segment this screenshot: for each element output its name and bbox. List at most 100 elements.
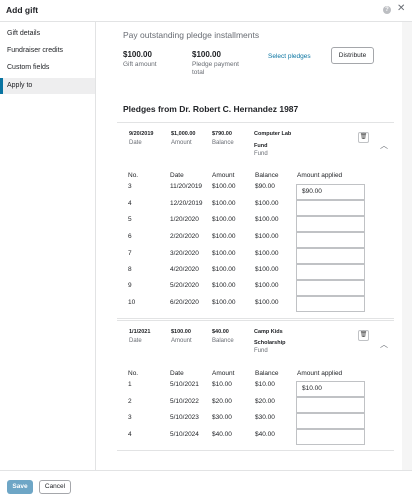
amount-applied-input[interactable] (296, 200, 365, 216)
row-date: 5/20/2020 (170, 282, 199, 289)
amount-applied-input[interactable] (296, 296, 365, 312)
column-header-date: Date (170, 172, 184, 179)
column-header-amount: Amount (212, 370, 235, 377)
column-header-amount-applied: Amount applied (297, 172, 343, 179)
row-date: 11/20/2019 (170, 183, 203, 190)
row-amount: $100.00 (212, 233, 236, 240)
column-header-amount: Amount (212, 172, 235, 179)
row-amount: $100.00 (212, 266, 236, 273)
amount-applied-input[interactable]: $90.00 (296, 184, 365, 200)
pledge-1-balance-label: Balance (212, 140, 234, 146)
row-amount: $100.00 (212, 216, 236, 223)
row-balance: $40.00 (255, 431, 275, 438)
row-date: 6/20/2020 (170, 299, 199, 306)
gift-amount-value: $100.00 (123, 50, 152, 59)
pledge-1-fund-value-2: Fund (254, 143, 268, 149)
amount-applied-input[interactable] (296, 216, 365, 232)
row-balance: $100.00 (255, 299, 279, 306)
amount-applied-input[interactable] (296, 232, 365, 248)
row-balance: $10.00 (255, 381, 275, 388)
pledge-2-date-label: Date (129, 338, 142, 344)
pledge-2-balance-value: $40.00 (212, 329, 229, 335)
column-header-balance: Balance (255, 370, 279, 377)
distribute-button[interactable]: Distribute (331, 47, 374, 64)
trash-icon[interactable]: 🗑 (358, 132, 369, 143)
amount-applied-input[interactable] (296, 413, 365, 429)
chevron-up-icon[interactable]: ︿ (380, 339, 388, 350)
row-amount: $40.00 (212, 431, 232, 438)
pledge-1-fund-label: Fund (254, 151, 268, 157)
help-icon[interactable]: ? (383, 6, 391, 14)
column-header-balance: Balance (255, 172, 279, 179)
chevron-up-icon[interactable]: ︿ (380, 140, 388, 151)
sidebar-item-custom-fields[interactable]: Custom fields (0, 60, 95, 76)
save-button[interactable]: Save (7, 480, 33, 494)
row-date: 5/10/2022 (170, 398, 199, 405)
modal-header: Add gift ? ✕ (0, 0, 412, 22)
column-header-no: No. (128, 370, 139, 377)
cancel-button[interactable]: Cancel (39, 480, 71, 494)
row-balance: $100.00 (255, 282, 279, 289)
row-no: 3 (128, 414, 132, 421)
row-no: 4 (128, 200, 132, 207)
row-date: 4/20/2020 (170, 266, 199, 273)
row-no: 5 (128, 216, 132, 223)
pledge-2-fund-value-2: Scholarship (254, 340, 286, 346)
row-date: 5/10/2021 (170, 381, 199, 388)
pledge-total-label: Pledge payment (192, 61, 239, 68)
row-balance: $100.00 (255, 266, 279, 273)
amount-applied-input[interactable] (296, 264, 365, 280)
pledge-2-amount-value: $100.00 (171, 329, 191, 335)
amount-applied-input[interactable]: $10.00 (296, 381, 365, 397)
pledge-1-date-value: 9/20/2019 (129, 131, 154, 137)
amount-applied-input[interactable] (296, 397, 365, 413)
row-balance: $90.00 (255, 183, 275, 190)
pledge-2-balance-label: Balance (212, 338, 234, 344)
row-amount: $20.00 (212, 398, 232, 405)
row-no: 1 (128, 381, 132, 388)
trash-icon[interactable]: 🗑 (358, 330, 369, 341)
column-header-date: Date (170, 370, 184, 377)
select-pledges-link[interactable]: Select pledges (268, 53, 311, 60)
pledge-2-fund-label: Fund (254, 348, 268, 354)
scrollbar[interactable] (402, 22, 412, 470)
row-balance: $30.00 (255, 414, 275, 421)
row-balance: $100.00 (255, 216, 279, 223)
sidebar-item-apply-to[interactable]: Apply to (0, 78, 95, 94)
sidebar-item-gift-details[interactable]: Gift details (0, 26, 95, 42)
row-date: 3/20/2020 (170, 250, 199, 257)
modal-title: Add gift (6, 5, 39, 15)
row-date: 5/10/2024 (170, 431, 199, 438)
pledge-total-label-2: total (192, 69, 205, 76)
row-amount: $10.00 (212, 381, 232, 388)
pledge-1-fund-value: Computer Lab (254, 131, 292, 137)
row-balance: $100.00 (255, 233, 279, 240)
pledge-1-date-label: Date (129, 140, 142, 146)
row-no: 6 (128, 233, 132, 240)
pledge-2-amount-label: Amount (171, 338, 192, 344)
pledge-1-balance-value: $790.00 (212, 131, 232, 137)
row-amount: $100.00 (212, 250, 236, 257)
row-date: 2/20/2020 (170, 233, 199, 240)
amount-applied-input[interactable] (296, 280, 365, 296)
row-date: 5/10/2023 (170, 414, 199, 421)
summary-heading: Pay outstanding pledge installments (123, 30, 260, 40)
modal-footer: Save Cancel (0, 470, 412, 500)
row-no: 4 (128, 431, 132, 438)
close-icon[interactable]: ✕ (397, 3, 405, 15)
row-no: 3 (128, 183, 132, 190)
row-date: 12/20/2019 (170, 200, 203, 207)
row-date: 1/20/2020 (170, 216, 199, 223)
row-amount: $100.00 (212, 282, 236, 289)
pledge-2-date-value: 1/1/2021 (129, 329, 151, 335)
row-no: 10 (128, 299, 136, 306)
pledge-2-fund-value: Camp Kids (254, 329, 283, 335)
row-balance: $20.00 (255, 398, 275, 405)
row-no: 2 (128, 398, 132, 405)
amount-applied-input[interactable] (296, 429, 365, 445)
amount-applied-input[interactable] (296, 248, 365, 264)
sidebar-item-fundraiser-credits[interactable]: Fundraiser credits (0, 43, 95, 59)
row-no: 9 (128, 282, 132, 289)
pledge-total-value: $100.00 (192, 50, 221, 59)
gift-amount-label: Gift amount (123, 61, 157, 68)
